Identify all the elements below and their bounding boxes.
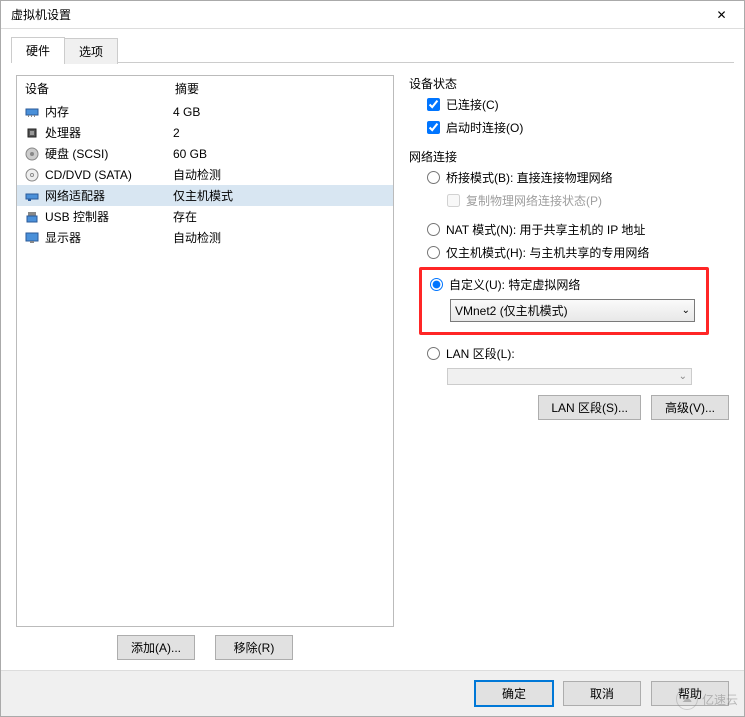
close-button[interactable]: ✕ [699,1,744,29]
device-name: 显示器 [41,229,173,246]
vm-settings-window: 虚拟机设置 ✕ 硬件 选项 设备 摘要 内存4 GB处理器2硬盘 (SCSI)6… [0,0,745,717]
nat-radio[interactable] [427,223,440,236]
connected-label[interactable]: 已连接(C) [446,96,499,113]
device-row[interactable]: CD/DVD (SATA)自动检测 [17,164,393,185]
add-button[interactable]: 添加(A)... [117,635,195,660]
cd-icon [23,168,41,182]
lan-segments-button[interactable]: LAN 区段(S)... [538,395,641,420]
tab-bar: 硬件 选项 [1,29,744,63]
connect-poweron-checkbox[interactable] [427,121,440,134]
usb-icon [23,210,41,224]
right-buttons: LAN 区段(S)... 高级(V)... [409,395,729,420]
device-row[interactable]: 内存4 GB [17,101,393,122]
device-name: 内存 [41,103,173,120]
device-summary: 存在 [173,208,387,225]
hostonly-radio[interactable] [427,246,440,259]
device-status-group: 设备状态 已连接(C) 启动时连接(O) [409,75,729,136]
device-summary: 仅主机模式 [173,187,387,204]
cpu-icon [23,126,41,140]
close-icon: ✕ [716,8,726,22]
device-row[interactable]: 显示器自动检测 [17,227,393,248]
cancel-button[interactable]: 取消 [563,681,641,706]
device-list: 设备 摘要 内存4 GB处理器2硬盘 (SCSI)60 GBCD/DVD (SA… [16,75,394,627]
device-name: CD/DVD (SATA) [41,168,173,182]
device-row[interactable]: 网络适配器仅主机模式 [17,185,393,206]
device-name: 硬盘 (SCSI) [41,145,173,162]
device-row[interactable]: 硬盘 (SCSI)60 GB [17,143,393,164]
left-panel: 设备 摘要 内存4 GB处理器2硬盘 (SCSI)60 GBCD/DVD (SA… [16,75,394,660]
footer: 确定 取消 帮助 [1,670,744,716]
device-name: USB 控制器 [41,208,173,225]
network-connection-label: 网络连接 [409,148,729,165]
device-summary: 4 GB [173,105,387,119]
lansegment-select: ⌄ [447,368,692,385]
window-title: 虚拟机设置 [11,6,71,23]
device-row[interactable]: USB 控制器存在 [17,206,393,227]
device-status-label: 设备状态 [409,75,729,92]
lansegment-label[interactable]: LAN 区段(L): [446,345,515,362]
network-connection-group: 网络连接 桥接模式(B): 直接连接物理网络 复制物理网络连接状态(P) NAT… [409,148,729,420]
bridged-radio[interactable] [427,171,440,184]
device-name: 网络适配器 [41,187,173,204]
connect-poweron-label[interactable]: 启动时连接(O) [446,119,523,136]
help-button[interactable]: 帮助 [651,681,729,706]
col-summary: 摘要 [175,80,385,97]
right-panel: 设备状态 已连接(C) 启动时连接(O) 网络连接 [409,75,729,660]
bridged-label[interactable]: 桥接模式(B): 直接连接物理网络 [446,169,613,186]
chevron-down-icon: ⌄ [679,371,687,382]
replicate-label: 复制物理网络连接状态(P) [466,192,602,209]
custom-network-select[interactable]: VMnet2 (仅主机模式) ⌄ [450,299,695,322]
lansegment-radio[interactable] [427,347,440,360]
custom-label[interactable]: 自定义(U): 特定虚拟网络 [449,276,580,293]
chevron-down-icon: ⌄ [682,305,690,316]
custom-network-value: VMnet2 (仅主机模式) [455,302,568,319]
device-summary: 自动检测 [173,229,387,246]
network-icon [23,189,41,203]
titlebar: 虚拟机设置 ✕ [1,1,744,29]
hostonly-label[interactable]: 仅主机模式(H): 与主机共享的专用网络 [446,244,649,261]
device-summary: 60 GB [173,147,387,161]
connected-checkbox[interactable] [427,98,440,111]
ok-button[interactable]: 确定 [475,681,553,706]
device-summary: 自动检测 [173,166,387,183]
advanced-button[interactable]: 高级(V)... [651,395,729,420]
device-list-header: 设备 摘要 [17,76,393,101]
replicate-checkbox [447,194,460,207]
tab-options[interactable]: 选项 [64,38,118,64]
nat-label[interactable]: NAT 模式(N): 用于共享主机的 IP 地址 [446,221,645,238]
device-row[interactable]: 处理器2 [17,122,393,143]
disk-icon [23,147,41,161]
remove-button[interactable]: 移除(R) [215,635,293,660]
left-buttons: 添加(A)... 移除(R) [16,635,394,660]
display-icon [23,231,41,245]
col-device: 设备 [25,80,175,97]
device-summary: 2 [173,126,387,140]
memory-icon [23,105,41,119]
custom-highlight-box: 自定义(U): 特定虚拟网络 VMnet2 (仅主机模式) ⌄ [419,267,709,335]
custom-radio[interactable] [430,278,443,291]
device-name: 处理器 [41,124,173,141]
content-area: 设备 摘要 内存4 GB处理器2硬盘 (SCSI)60 GBCD/DVD (SA… [1,63,744,670]
tab-hardware[interactable]: 硬件 [11,37,65,63]
